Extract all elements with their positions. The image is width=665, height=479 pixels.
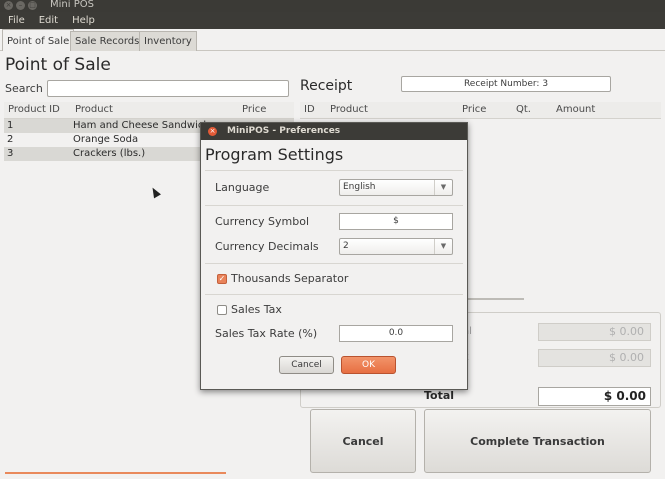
receipt-number-field: Receipt Number: 3 — [401, 76, 611, 92]
column-header-id[interactable]: ID — [304, 104, 315, 115]
window-title: Mini POS — [50, 0, 94, 10]
receipt-heading: Receipt — [300, 78, 353, 94]
complete-transaction-button[interactable]: Complete Transaction — [424, 409, 651, 473]
product-id-cell: 3 — [7, 148, 14, 159]
product-name-cell: Ham and Cheese Sandwich — [73, 120, 210, 131]
divider — [205, 170, 463, 171]
dialog-ok-button[interactable]: OK — [341, 356, 396, 374]
total-field: $ 0.00 — [538, 387, 651, 406]
menu-edit[interactable]: Edit — [37, 15, 60, 26]
column-header-price[interactable]: Price — [242, 104, 266, 115]
product-id-cell: 2 — [7, 134, 14, 145]
subtotal-field: $ 0.00 — [538, 323, 651, 341]
thousands-separator-checkbox[interactable]: ✓ — [217, 274, 227, 284]
column-header-product[interactable]: Product — [75, 104, 113, 115]
currency-decimals-value: 2 — [343, 241, 349, 251]
product-table-header: Product ID Product Price — [4, 102, 294, 119]
product-id-cell: 1 — [7, 120, 14, 131]
cancel-transaction-button[interactable]: Cancel — [310, 409, 416, 473]
search-label: Search — [5, 82, 43, 95]
receipt-table: ID Product Price Qt. Amount — [300, 102, 661, 119]
currency-decimals-label: Currency Decimals — [215, 240, 319, 253]
dialog-title: MiniPOS - Preferences — [227, 126, 341, 136]
menu-file[interactable]: File — [6, 15, 27, 26]
dialog-close-icon[interactable]: × — [208, 127, 217, 136]
dialog-cancel-button[interactable]: Cancel — [279, 356, 334, 374]
menu-help[interactable]: Help — [70, 15, 97, 26]
receipt-table-header: ID Product Price Qt. Amount — [300, 102, 661, 119]
tab-bar: Point of Sale Sale Records Inventory — [0, 29, 665, 51]
sales-tax-rate-input[interactable]: 0.0 — [339, 325, 453, 342]
column-header-qty[interactable]: Qt. — [516, 104, 531, 115]
tax-field: $ 0.00 — [538, 349, 651, 367]
window-controls: × – □ — [4, 1, 37, 10]
dialog-titlebar: MiniPOS - Preferences — [201, 123, 467, 140]
product-name-cell: Crackers (lbs.) — [73, 148, 146, 159]
currency-symbol-label: Currency Symbol — [215, 215, 310, 228]
tab-sale-records[interactable]: Sale Records — [70, 31, 145, 51]
total-label: Total — [424, 389, 455, 402]
column-header-product-id[interactable]: Product ID — [8, 104, 60, 115]
receipt-scrollbar[interactable] — [462, 298, 524, 300]
preferences-dialog: MiniPOS - Preferences × Program Settings… — [200, 122, 468, 390]
divider — [205, 263, 463, 264]
column-header-price[interactable]: Price — [462, 104, 486, 115]
currency-symbol-input[interactable]: $ — [339, 213, 453, 230]
menubar: File Edit Help — [0, 12, 665, 29]
tab-point-of-sale[interactable]: Point of Sale — [2, 29, 75, 51]
thousands-separator-label[interactable]: Thousands Separator — [231, 272, 348, 285]
column-header-product[interactable]: Product — [330, 104, 368, 115]
chevron-down-icon: ▼ — [434, 239, 452, 254]
page-title: Point of Sale — [5, 55, 111, 75]
product-name-cell: Orange Soda — [73, 134, 139, 145]
status-progress-bar — [5, 472, 226, 474]
close-window-icon[interactable]: × — [4, 1, 13, 10]
language-select[interactable]: English ▼ — [339, 179, 453, 196]
sales-tax-label[interactable]: Sales Tax — [231, 303, 282, 316]
window-titlebar: × – □ Mini POS — [0, 0, 665, 12]
sales-tax-rate-label: Sales Tax Rate (%) — [215, 327, 318, 340]
divider — [205, 205, 463, 206]
sales-tax-checkbox[interactable] — [217, 305, 227, 315]
divider — [205, 294, 463, 295]
search-input[interactable] — [47, 80, 289, 97]
mouse-cursor-icon — [149, 185, 161, 199]
language-label: Language — [215, 181, 270, 194]
minimize-window-icon[interactable]: – — [16, 1, 25, 10]
column-header-amount[interactable]: Amount — [556, 104, 595, 115]
language-value: English — [343, 182, 376, 192]
maximize-window-icon[interactable]: □ — [28, 1, 37, 10]
dialog-heading: Program Settings — [205, 145, 344, 164]
tab-inventory[interactable]: Inventory — [139, 31, 197, 51]
chevron-down-icon: ▼ — [434, 180, 452, 195]
currency-decimals-select[interactable]: 2 ▼ — [339, 238, 453, 255]
